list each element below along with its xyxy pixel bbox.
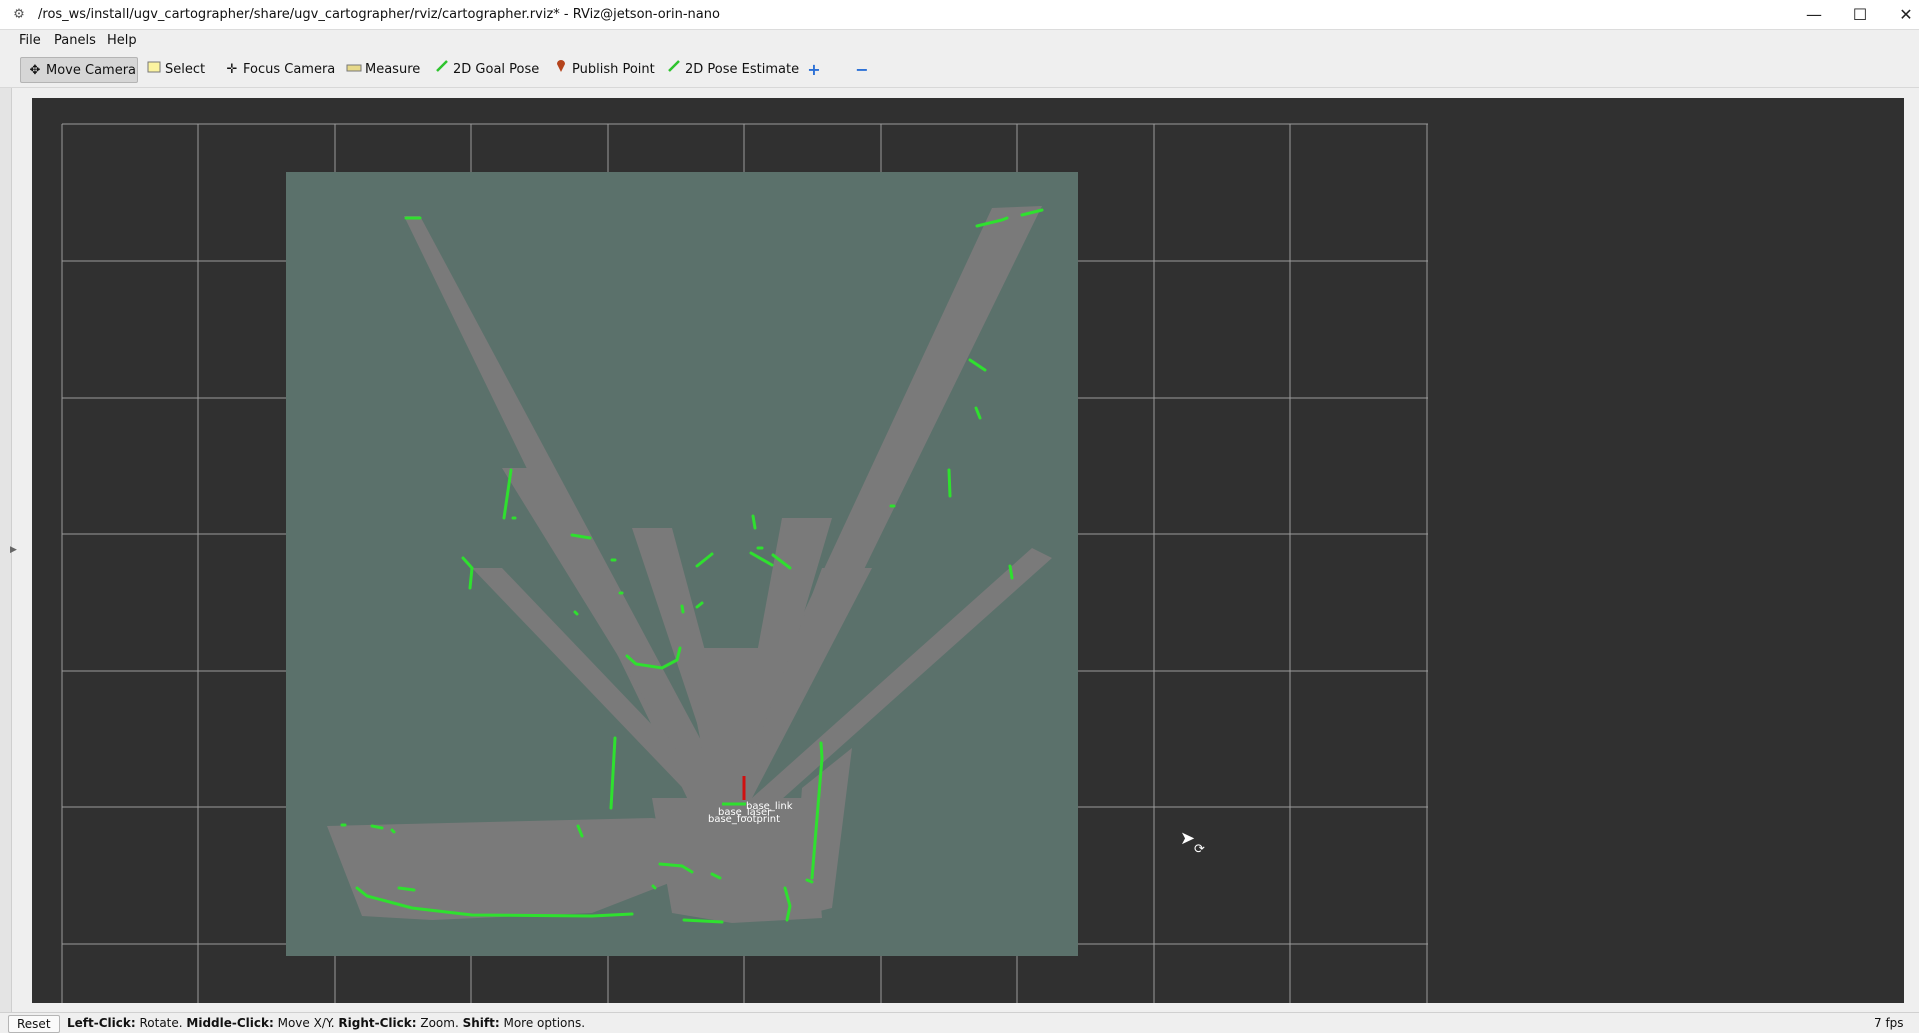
- tool-bar: ✥ Move Camera Select ✛ Focus Camera Measur…: [0, 52, 1919, 88]
- hint-key: Left-Click:: [67, 1016, 136, 1030]
- close-button[interactable]: ✕: [1883, 0, 1919, 30]
- remove-tool-button[interactable]: −: [848, 57, 879, 83]
- 3d-render-view[interactable]: base_link base_laser base_footprint ➤ ⟳: [32, 98, 1904, 1003]
- hint-key: Shift:: [462, 1016, 500, 1030]
- goal-pose-label: 2D Goal Pose: [453, 62, 540, 77]
- minimize-button[interactable]: —: [1791, 0, 1837, 30]
- add-tool-button[interactable]: +: [800, 57, 831, 83]
- hint-value: Rotate.: [135, 1016, 187, 1030]
- hint-value: More options.: [499, 1016, 586, 1030]
- map-pin-icon: [553, 57, 569, 83]
- rotate-cursor-icon: ⟳: [1194, 842, 1205, 857]
- maximize-button[interactable]: ☐: [1837, 0, 1883, 30]
- expand-panel-arrow-icon[interactable]: ▶: [10, 540, 20, 560]
- select-tool[interactable]: Select: [140, 57, 211, 83]
- select-icon: [146, 57, 162, 83]
- pose-estimate-arrow-icon: [666, 57, 682, 83]
- hint-value: Zoom.: [416, 1016, 463, 1030]
- status-bar: Reset Left-Click: Rotate. Middle-Click: …: [0, 1012, 1919, 1033]
- mouse-pointer-icon: ➤: [1180, 828, 1196, 849]
- map-canvas[interactable]: base_link base_laser base_footprint: [32, 98, 1904, 1003]
- window-title: /ros_ws/install/ugv_cartographer/share/u…: [38, 7, 720, 22]
- goal-pose-tool[interactable]: 2D Goal Pose: [428, 57, 545, 83]
- hint-key: Right-Click:: [338, 1016, 417, 1030]
- publish-point-tool[interactable]: Publish Point: [547, 57, 661, 83]
- menu-bar: File Panels Help: [0, 30, 1919, 52]
- tf-label: base_footprint: [708, 814, 780, 825]
- measure-label: Measure: [365, 62, 421, 77]
- rviz-app-icon: ⚙: [13, 7, 25, 22]
- fps-counter: 7 fps: [1874, 1016, 1904, 1030]
- mouse-hint: Left-Click: Rotate. Middle-Click: Move X…: [67, 1016, 585, 1030]
- goal-pose-arrow-icon: [434, 57, 450, 83]
- menu-file[interactable]: File: [16, 32, 44, 50]
- minus-icon: −: [855, 60, 869, 79]
- publish-point-label: Publish Point: [572, 62, 655, 77]
- menu-help[interactable]: Help: [104, 32, 140, 50]
- select-label: Select: [165, 62, 206, 77]
- move-camera-icon: ✥: [29, 63, 41, 78]
- focus-camera-icon: ✛: [226, 62, 238, 77]
- move-camera-label: Move Camera: [46, 63, 137, 78]
- hint-key: Middle-Click:: [186, 1016, 274, 1030]
- pose-estimate-tool[interactable]: 2D Pose Estimate: [660, 57, 805, 83]
- title-bar: ⚙ /ros_ws/install/ugv_cartographer/share…: [0, 0, 1919, 30]
- plus-icon: +: [807, 60, 821, 79]
- hint-value: Move X/Y.: [273, 1016, 339, 1030]
- menu-panels[interactable]: Panels: [51, 32, 99, 50]
- focus-camera-tool[interactable]: ✛ Focus Camera: [218, 57, 341, 83]
- pose-estimate-label: 2D Pose Estimate: [685, 62, 800, 77]
- measure-tool[interactable]: Measure: [340, 57, 426, 83]
- move-camera-tool[interactable]: ✥ Move Camera: [20, 57, 138, 83]
- ruler-icon: [346, 57, 362, 83]
- focus-camera-label: Focus Camera: [243, 62, 336, 77]
- reset-button[interactable]: Reset: [8, 1015, 60, 1033]
